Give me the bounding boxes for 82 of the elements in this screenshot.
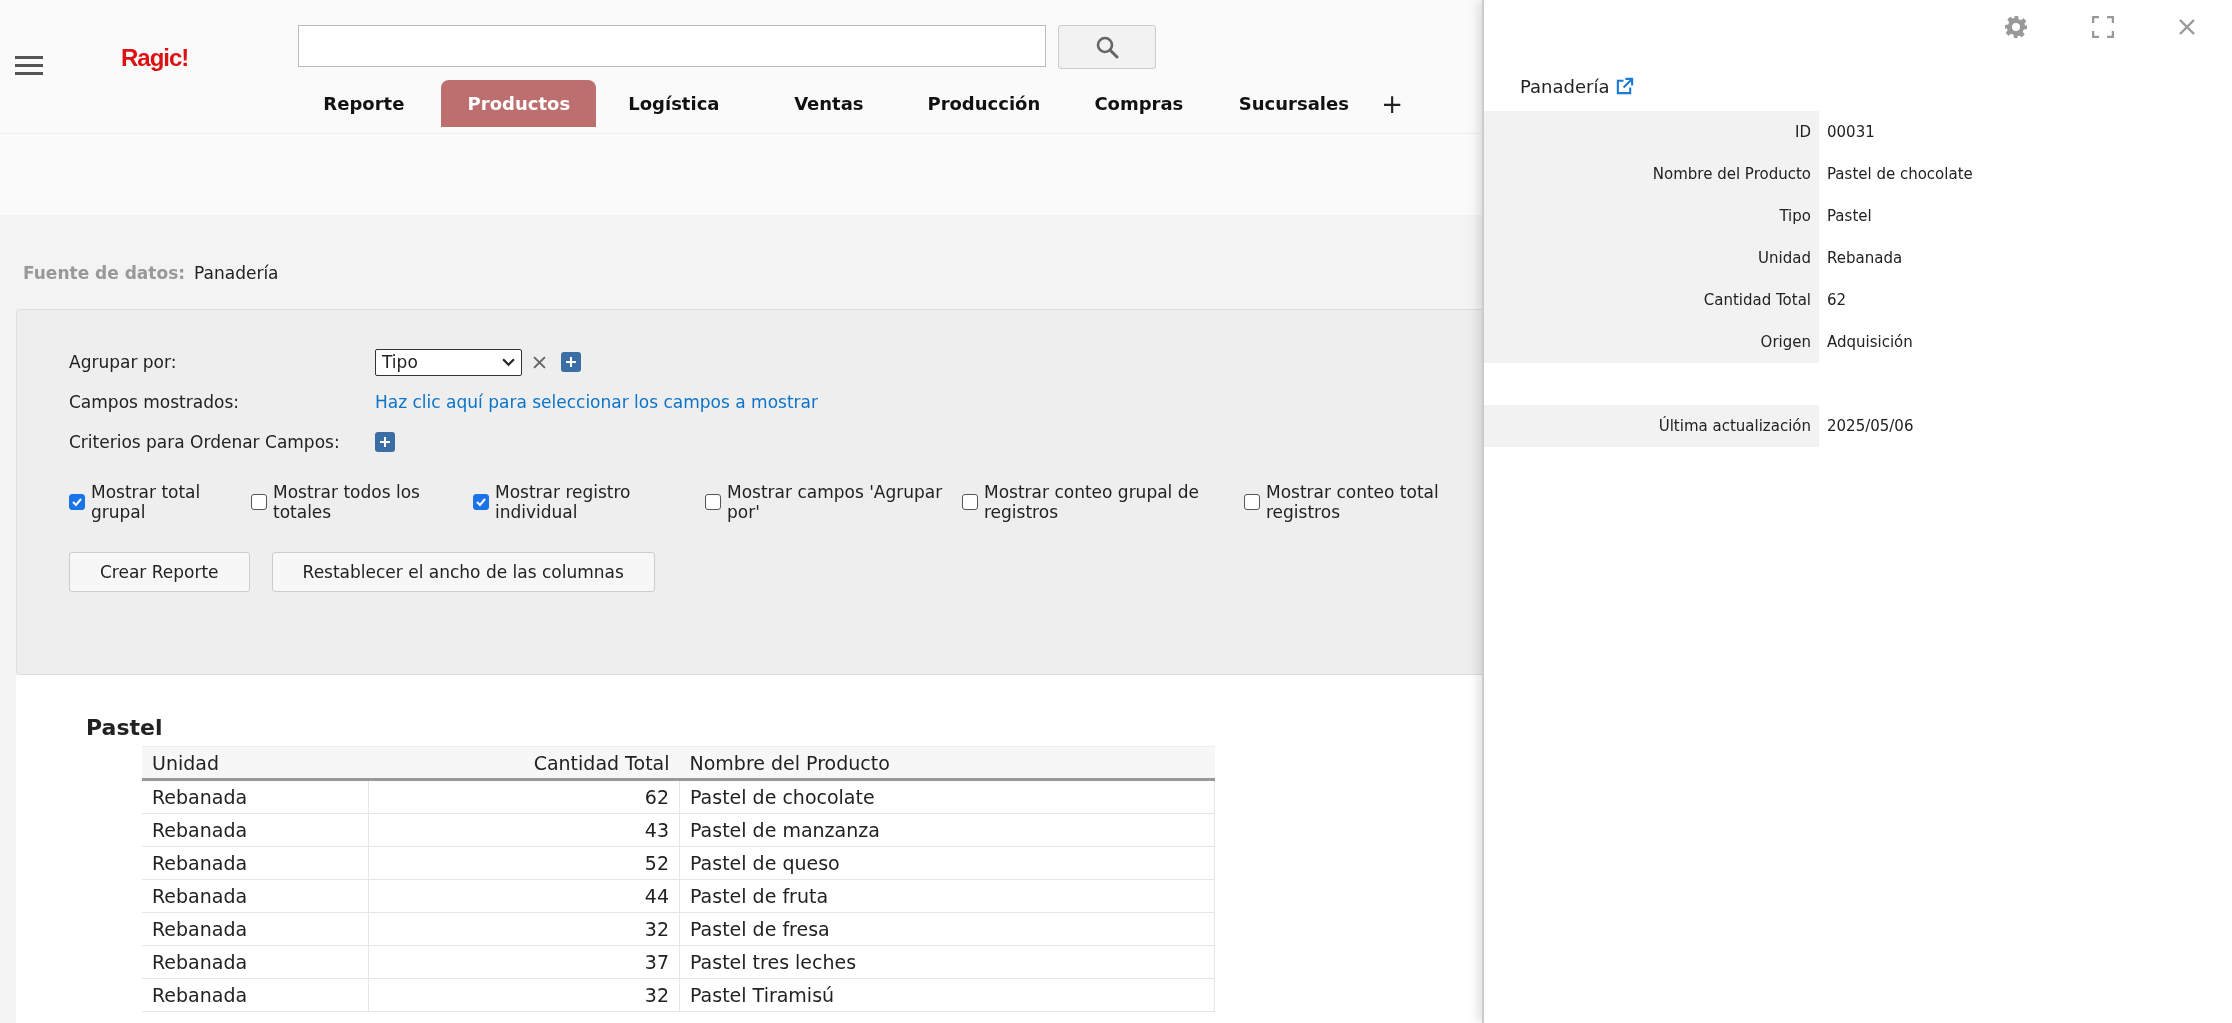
table-cell: 62 (368, 779, 680, 814)
logo[interactable]: Ragic! (121, 44, 189, 72)
search-icon (1095, 35, 1120, 59)
table-cell: Pastel de fresa (679, 912, 1215, 946)
search-button[interactable] (1058, 25, 1157, 69)
table-cell: Rebanada (142, 945, 369, 979)
tab[interactable]: Ventas (751, 80, 907, 127)
table-cell: 32 (368, 912, 680, 946)
field-value: 2025/05/06 (1826, 417, 1914, 435)
table-cell: Rebanada (142, 879, 369, 913)
column-header[interactable]: Cantidad Total (368, 746, 680, 780)
field-label: ID (1484, 111, 1819, 153)
settings-icon[interactable] (2004, 15, 2028, 39)
report-button[interactable]: Crear Reporte (69, 552, 250, 592)
fullscreen-icon[interactable] (2092, 16, 2114, 38)
table-cell: Rebanada (142, 846, 369, 880)
select-fields-link[interactable]: Haz clic aquí para seleccionar los campos a mostrar (375, 392, 818, 412)
group-by-label: Agrupar por: (69, 352, 178, 372)
checkbox[interactable] (705, 494, 721, 510)
checkbox-label: Mostrar conteo total registros (1266, 482, 1440, 522)
checkbox-label: Mostrar campos 'Agrupar por' (727, 482, 944, 522)
tab[interactable]: Reporte (286, 80, 442, 127)
checkbox[interactable] (473, 494, 489, 510)
table-cell: Rebanada (142, 912, 369, 946)
field-value: Pastel de chocolate (1826, 165, 1973, 183)
add-icon[interactable] (375, 432, 395, 452)
checkbox-label: Mostrar todos los totales (273, 482, 421, 522)
checkbox-label: Mostrar total grupal (91, 482, 202, 522)
field-label: Tipo (1484, 195, 1819, 237)
table-cell: Rebanada (142, 978, 369, 1012)
table-cell: Pastel de manzanza (679, 813, 1215, 847)
checkbox[interactable] (69, 494, 85, 510)
field-value: Rebanada (1826, 249, 1903, 267)
add-icon[interactable] (561, 352, 581, 372)
checkbox[interactable] (962, 494, 978, 510)
table-cell: 44 (368, 879, 680, 913)
tab[interactable]: Compras (1061, 80, 1217, 127)
field-value: Pastel (1826, 207, 1872, 225)
column-header[interactable]: Nombre del Producto (679, 746, 1215, 780)
report-button[interactable]: Restablecer el ancho de las columnas (271, 552, 655, 592)
field-value: Adquisición (1826, 333, 1913, 351)
checkbox[interactable] (1244, 494, 1260, 510)
checkbox[interactable] (251, 494, 267, 510)
field-label: Última actualización (1484, 405, 1819, 447)
field-value: 62 (1826, 291, 1847, 309)
group-by-select[interactable]: Tipo (375, 348, 522, 376)
table-cell: Rebanada (142, 813, 369, 847)
table-cell: 43 (368, 813, 680, 847)
add-tab-button[interactable]: + (1381, 88, 1404, 119)
data-source-value: Panadería (194, 263, 279, 283)
tab[interactable]: Sucursales (1216, 80, 1372, 127)
field-label: Origen (1484, 321, 1819, 363)
table-cell: 37 (368, 945, 680, 979)
table-cell: 32 (368, 978, 680, 1012)
group-title: Pastel (86, 715, 164, 740)
external-link-icon[interactable] (1615, 76, 1635, 96)
tab[interactable]: Logística (596, 80, 752, 127)
sort-criteria-label: Criterios para Ordenar Campos: (69, 432, 341, 452)
field-label: Nombre del Producto (1484, 153, 1819, 195)
checkbox-label: Mostrar registro individual (495, 482, 632, 522)
menu-icon[interactable] (15, 55, 43, 75)
chevron-icon (502, 357, 515, 367)
tab[interactable]: Productos (441, 80, 597, 127)
field-label: Cantidad Total (1484, 279, 1819, 321)
table-cell: Pastel tres leches (679, 945, 1215, 979)
checkbox-label: Mostrar conteo grupal de registros (984, 482, 1200, 522)
column-header[interactable]: Unidad (142, 746, 369, 780)
table-cell: Pastel de fruta (679, 879, 1215, 913)
close-icon[interactable] (2178, 18, 2196, 36)
panel-title: Panadería (1520, 75, 1610, 97)
data-source-label: Fuente de datos: (23, 263, 186, 283)
table-cell: Pastel Tiramisú (679, 978, 1215, 1012)
field-label: Unidad (1484, 237, 1819, 279)
table-cell: Pastel de chocolate (679, 779, 1215, 814)
search-field[interactable] (298, 25, 1047, 67)
field-value: 00031 (1826, 123, 1875, 141)
table-cell: Pastel de queso (679, 846, 1215, 880)
tab[interactable]: Producción (906, 80, 1062, 127)
clear-icon[interactable] (533, 355, 546, 369)
table-cell: 52 (368, 846, 680, 880)
fields-shown-label: Campos mostrados: (69, 392, 240, 412)
table-cell: Rebanada (142, 779, 369, 814)
